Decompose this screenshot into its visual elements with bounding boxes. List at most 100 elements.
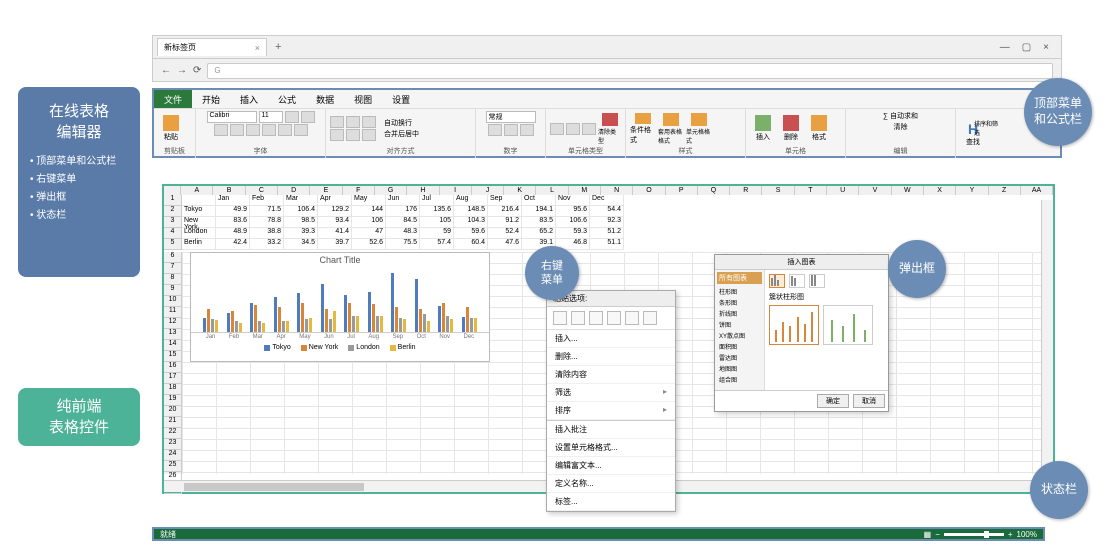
ribbon-tab-file[interactable]: 文件 (154, 90, 192, 108)
font-name-select[interactable]: Calibri (207, 111, 257, 123)
chart-type-100stacked-icon[interactable] (809, 274, 825, 288)
row-header[interactable]: 20 (164, 406, 182, 417)
cell[interactable]: 129.2 (318, 206, 352, 217)
cell[interactable]: 39.7 (318, 239, 352, 250)
cell[interactable]: 216.4 (488, 206, 522, 217)
ctx-format-cells[interactable]: 设置单元格格式... (547, 439, 675, 457)
cell[interactable]: 49.9 (216, 206, 250, 217)
cell[interactable]: 54.4 (590, 206, 624, 217)
cell[interactable]: 75.5 (386, 239, 420, 250)
zoom-out-icon[interactable]: − (935, 530, 940, 539)
align-center-icon[interactable] (346, 129, 360, 141)
cell[interactable]: 38.8 (250, 228, 284, 239)
paste-option-icon[interactable] (571, 311, 585, 325)
table-format-button[interactable]: 套用表格格式 (658, 113, 684, 145)
align-bottom-icon[interactable] (362, 116, 376, 128)
autosum-button[interactable]: ∑ 自动求和 (883, 111, 918, 121)
align-middle-icon[interactable] (346, 116, 360, 128)
chart-category[interactable]: XY散点图 (717, 330, 762, 341)
cell[interactable]: Jan (216, 195, 250, 206)
cell[interactable]: 42.4 (216, 239, 250, 250)
row-header[interactable]: 18 (164, 384, 182, 395)
cell[interactable]: 47 (352, 228, 386, 239)
row-header[interactable]: 6 (164, 252, 182, 263)
font-color-icon[interactable] (294, 124, 308, 136)
column-header[interactable]: K (504, 186, 536, 195)
ribbon-tab-settings[interactable]: 设置 (382, 90, 420, 108)
chart-preview[interactable] (769, 305, 819, 345)
embedded-chart[interactable]: Chart Title JanFebMarAprMayJunJulAugSepO… (190, 252, 490, 362)
ctx-sort[interactable]: 排序 (547, 402, 675, 420)
cell[interactable]: 95.6 (556, 206, 590, 217)
cond-format-button[interactable]: 条件格式 (630, 113, 656, 145)
row-header[interactable]: 19 (164, 395, 182, 406)
cell[interactable]: London (182, 228, 216, 239)
column-header[interactable]: Z (989, 186, 1021, 195)
chart-category[interactable]: 折线图 (717, 308, 762, 319)
percent-icon[interactable] (504, 124, 518, 136)
ctx-filter[interactable]: 筛选 (547, 384, 675, 402)
celltype-icon[interactable] (582, 123, 596, 135)
paste-button[interactable]: 粘贴 (158, 113, 184, 145)
font-size-select[interactable]: 11 (259, 111, 283, 123)
row-header[interactable]: 8 (164, 274, 182, 285)
cell[interactable]: Nov (556, 195, 590, 206)
cell[interactable]: Aug (454, 195, 488, 206)
cell[interactable]: 176 (386, 206, 420, 217)
column-header[interactable]: M (569, 186, 601, 195)
row-header[interactable]: 13 (164, 329, 182, 340)
column-header[interactable]: X (924, 186, 956, 195)
ribbon-tab-insert[interactable]: 插入 (230, 90, 268, 108)
align-left-icon[interactable] (330, 129, 344, 141)
ribbon-tab-view[interactable]: 视图 (344, 90, 382, 108)
cell[interactable]: 48.9 (216, 228, 250, 239)
forward-icon[interactable]: → (177, 65, 187, 76)
format-cells-button[interactable]: 格式 (806, 113, 832, 145)
column-header[interactable]: A (181, 186, 213, 195)
row-header[interactable]: 4 (164, 228, 182, 239)
chart-category[interactable]: 组合图 (717, 374, 762, 385)
column-header[interactable]: AA (1021, 186, 1053, 195)
cell[interactable]: 60.4 (454, 239, 488, 250)
cell[interactable]: 83.6 (216, 217, 250, 228)
column-header[interactable]: T (795, 186, 827, 195)
cell[interactable]: New York (182, 217, 216, 228)
cell[interactable]: 98.5 (284, 217, 318, 228)
comma-icon[interactable] (520, 124, 534, 136)
row-header[interactable]: 1 (164, 195, 182, 206)
cell[interactable]: 83.5 (522, 217, 556, 228)
cell-format-button[interactable]: 单元格格式 (686, 113, 712, 145)
row-header[interactable]: 2 (164, 206, 182, 217)
cell[interactable]: 144 (352, 206, 386, 217)
align-top-icon[interactable] (330, 116, 344, 128)
column-header[interactable]: W (892, 186, 924, 195)
cell[interactable]: 106.6 (556, 217, 590, 228)
border-icon[interactable] (262, 124, 276, 136)
back-icon[interactable]: ← (161, 65, 171, 76)
cell[interactable]: 104.3 (454, 217, 488, 228)
ctx-insert[interactable]: 插入... (547, 330, 675, 348)
paste-option-icon[interactable] (643, 311, 657, 325)
cell[interactable]: 59 (420, 228, 454, 239)
currency-icon[interactable] (488, 124, 502, 136)
ribbon-tab-formula[interactable]: 公式 (268, 90, 306, 108)
column-header[interactable]: V (859, 186, 891, 195)
row-header[interactable]: 9 (164, 285, 182, 296)
cell[interactable]: May (352, 195, 386, 206)
column-header[interactable]: C (246, 186, 278, 195)
cell[interactable]: 148.5 (454, 206, 488, 217)
row-header[interactable]: 24 (164, 450, 182, 461)
column-header[interactable]: B (213, 186, 245, 195)
ctx-comment[interactable]: 插入批注 (547, 421, 675, 439)
clear-celltype-button[interactable]: 清除类型 (598, 113, 621, 145)
cell[interactable] (182, 195, 216, 206)
chart-category[interactable]: 饼图 (717, 319, 762, 330)
row-header[interactable]: 11 (164, 307, 182, 318)
number-format-select[interactable]: 常规 (486, 111, 536, 123)
chart-category[interactable]: 雷达图 (717, 352, 762, 363)
italic-icon[interactable] (230, 124, 244, 136)
view-normal-icon[interactable]: ▦ (924, 530, 932, 539)
paste-option-icon[interactable] (625, 311, 639, 325)
ribbon-tab-home[interactable]: 开始 (192, 90, 230, 108)
column-header[interactable]: I (440, 186, 472, 195)
